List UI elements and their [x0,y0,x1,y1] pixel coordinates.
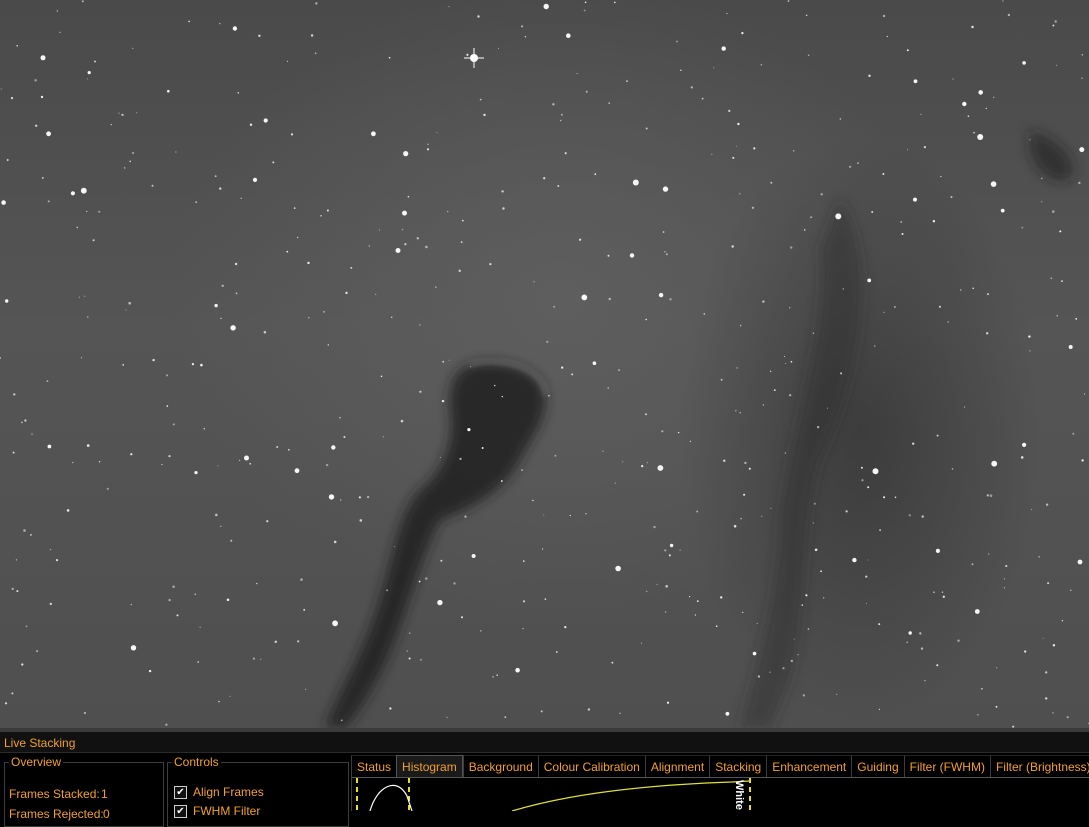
live-stacking-panel: Live Stacking Overview Frames Stacked: 1… [0,732,1089,827]
align-frames-checkbox-row[interactable]: ✔ Align Frames [174,785,264,799]
nebula-image [0,0,1089,728]
frames-rejected-value: 0 [103,807,110,821]
tab-filter-fwhm[interactable]: Filter (FWHM) [903,755,990,777]
overview-legend: Overview [11,755,62,769]
frames-stacked-label: Frames Stacked: [9,787,100,801]
frames-rejected-label: Frames Rejected: [9,807,104,821]
tab-colour-calibration[interactable]: Colour Calibration [537,755,645,777]
tab-alignment[interactable]: Alignment [644,755,710,777]
histogram-plot [356,778,751,811]
panel-header: Live Stacking [0,732,1089,753]
white-marker-label: White [733,780,745,810]
dark-nebula-trunk [325,361,546,728]
controls-group: Controls ✔ Align Frames ✔ FWHM Filter [167,755,349,827]
fwhm-filter-checkbox[interactable]: ✔ [174,804,187,818]
histogram-curve [369,784,413,811]
frames-stacked-row: Frames Stacked: 1 [9,787,108,801]
tab-filter-brightness[interactable]: Filter (Brightness) [989,755,1089,777]
tab-bar: Status Histogram Background Colour Calib… [351,755,1089,777]
tab-histogram[interactable]: Histogram [396,755,463,777]
histogram-view[interactable]: White [351,777,1089,811]
star-field [0,0,1089,728]
frames-stacked-value: 1 [101,787,108,801]
live-stack-image-viewer[interactable] [0,0,1089,728]
tab-guiding[interactable]: Guiding [851,755,904,777]
panel-title: Live Stacking [4,736,76,750]
frames-rejected-row: Frames Rejected: 0 [9,807,110,821]
tab-status[interactable]: Status [351,755,397,777]
tab-stacking[interactable]: Stacking [709,755,767,777]
tab-background[interactable]: Background [462,755,538,777]
stretch-curve [511,780,751,811]
fwhm-filter-label: FWHM Filter [193,804,261,818]
controls-legend: Controls [174,755,219,769]
tab-enhancement[interactable]: Enhancement [766,755,852,777]
overview-group: Overview Frames Stacked: 1 Frames Reject… [4,755,164,827]
fwhm-filter-checkbox-row[interactable]: ✔ FWHM Filter [174,804,260,818]
align-frames-label: Align Frames [193,785,264,799]
align-frames-checkbox[interactable]: ✔ [174,785,187,799]
